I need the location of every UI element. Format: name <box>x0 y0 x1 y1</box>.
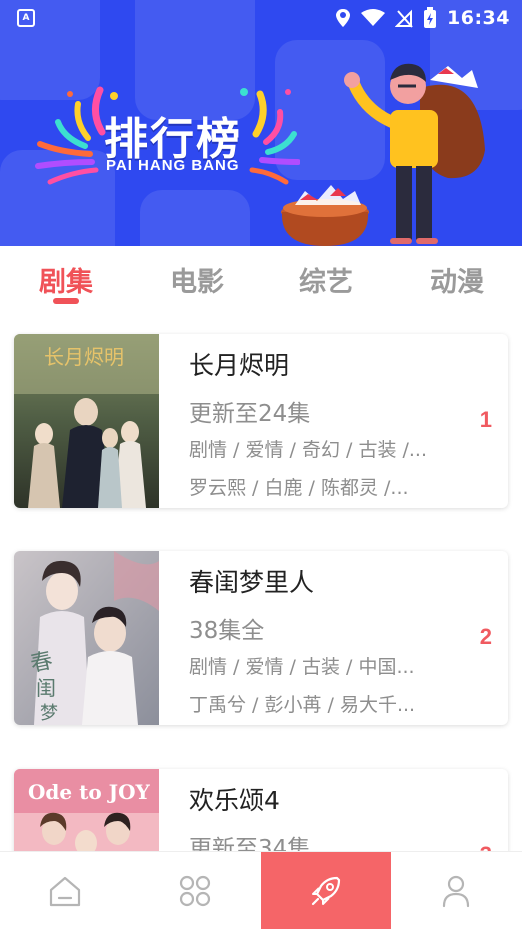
user-icon <box>442 875 470 908</box>
item-episode-status: 38集全 <box>189 618 265 644</box>
ranking-list[interactable]: 长月烬明 长月烬明 更新至24集 剧情 / 爱情 / 奇幻 / 古装 /... … <box>0 320 522 852</box>
ranking-item[interactable]: 长月烬明 长月烬明 更新至24集 剧情 / 爱情 / 奇幻 / 古装 /... … <box>14 334 508 508</box>
home-icon <box>49 876 81 907</box>
poster-title-art: Ode to JOY <box>28 780 151 804</box>
item-rank: 2 <box>479 624 492 649</box>
wifi-icon <box>361 9 386 26</box>
ranking-item[interactable]: 春 闺 梦 春闺梦里人 38集全 剧情 / 爱情 / 古装 / 中国... 丁禹… <box>14 551 508 725</box>
tab-variety[interactable]: 综艺 <box>281 260 371 299</box>
poster-image: Ode to JOY <box>14 769 159 852</box>
item-genres: 剧情 / 爱情 / 奇幻 / 古装 /... <box>189 439 428 461</box>
status-time: 16:34 <box>447 7 510 29</box>
svg-text:梦: 梦 <box>40 703 58 724</box>
battery-charging-icon <box>424 7 437 28</box>
item-episode-status: 更新至34集 <box>189 836 311 852</box>
poster-title-art: 长月烬明 <box>44 345 124 369</box>
notification-icon: A <box>17 9 35 27</box>
svg-text:闺: 闺 <box>36 676 56 700</box>
item-cast: 罗云熙 / 白鹿 / 陈都灵 /... <box>189 477 409 499</box>
item-title: 欢乐颂4 <box>189 786 280 815</box>
app-root: 排行榜 PAI HANG BANG A 16:34 剧集 电影 综艺 动漫 长月… <box>0 0 522 929</box>
poster-image: 春 闺 梦 <box>14 551 159 725</box>
item-episode-status: 更新至24集 <box>189 401 311 427</box>
nav-ranking[interactable] <box>261 852 391 929</box>
tab-drama[interactable]: 剧集 <box>21 260 111 299</box>
poster-image: 长月烬明 <box>14 334 159 508</box>
banner-bg-card <box>140 190 250 246</box>
item-cast: 丁禹兮 / 彭小苒 / 易大千... <box>189 694 416 716</box>
nav-profile[interactable] <box>391 852 521 929</box>
item-genres: 剧情 / 爱情 / 古装 / 中国... <box>189 656 415 678</box>
banner-illustration <box>281 63 485 246</box>
category-icon <box>179 875 211 907</box>
no-signal-icon <box>395 9 413 28</box>
banner-subtitle: PAI HANG BANG <box>106 157 240 174</box>
nav-category[interactable] <box>130 852 260 929</box>
item-rank: 1 <box>479 407 492 432</box>
ranking-item[interactable]: Ode to JOY 欢乐颂4 更新至34集 3 <box>14 769 508 852</box>
bottom-navigation <box>0 851 522 929</box>
nav-home[interactable] <box>0 852 130 929</box>
item-title: 长月烬明 <box>189 351 290 380</box>
active-tab-indicator <box>53 298 79 304</box>
rocket-icon <box>311 876 341 906</box>
tab-anime[interactable]: 动漫 <box>412 260 502 299</box>
location-icon <box>336 9 351 27</box>
item-title: 春闺梦里人 <box>189 568 315 597</box>
status-bar: A 16:34 <box>0 0 522 36</box>
status-icons: 16:34 <box>335 6 510 30</box>
tab-movie[interactable]: 电影 <box>152 260 242 299</box>
ranking-banner: 排行榜 PAI HANG BANG A 16:34 <box>0 0 522 246</box>
